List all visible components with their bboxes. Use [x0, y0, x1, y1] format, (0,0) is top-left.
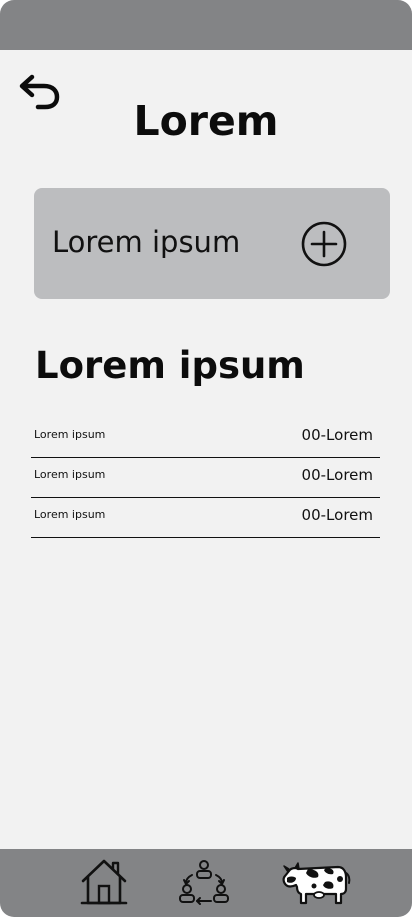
list-item-label: Lorem ipsum — [34, 428, 106, 441]
list-item[interactable]: Lorem ipsum 00-Lorem — [31, 458, 380, 498]
home-icon — [80, 859, 128, 905]
add-item-label: Lorem ipsum — [52, 225, 241, 259]
page-title: Lorem — [133, 97, 279, 145]
list-item-value: 00-Lorem — [301, 506, 373, 524]
nav-community-button[interactable] — [178, 857, 230, 909]
app-screen: Lorem Lorem ipsum Lorem ipsum Lorem ipsu… — [0, 0, 412, 917]
add-item-button[interactable]: Lorem ipsum — [34, 188, 390, 299]
cow-icon — [282, 862, 351, 905]
list-item[interactable]: Lorem ipsum 00-Lorem — [31, 498, 380, 538]
list-item[interactable]: Lorem ipsum 00-Lorem — [31, 418, 380, 458]
status-bar — [0, 0, 412, 50]
section-title: Lorem ipsum — [35, 344, 305, 387]
list-item-value: 00-Lorem — [301, 466, 373, 484]
nav-home-button[interactable] — [79, 857, 129, 909]
item-list: Lorem ipsum 00-Lorem Lorem ipsum 00-Lore… — [31, 418, 380, 538]
list-item-label: Lorem ipsum — [34, 508, 106, 521]
list-item-label: Lorem ipsum — [34, 468, 106, 481]
people-exchange-icon — [179, 860, 229, 905]
nav-livestock-button[interactable] — [280, 857, 352, 909]
list-item-value: 00-Lorem — [301, 426, 373, 444]
plus-circle-icon — [301, 221, 347, 267]
bottom-nav — [0, 849, 412, 917]
